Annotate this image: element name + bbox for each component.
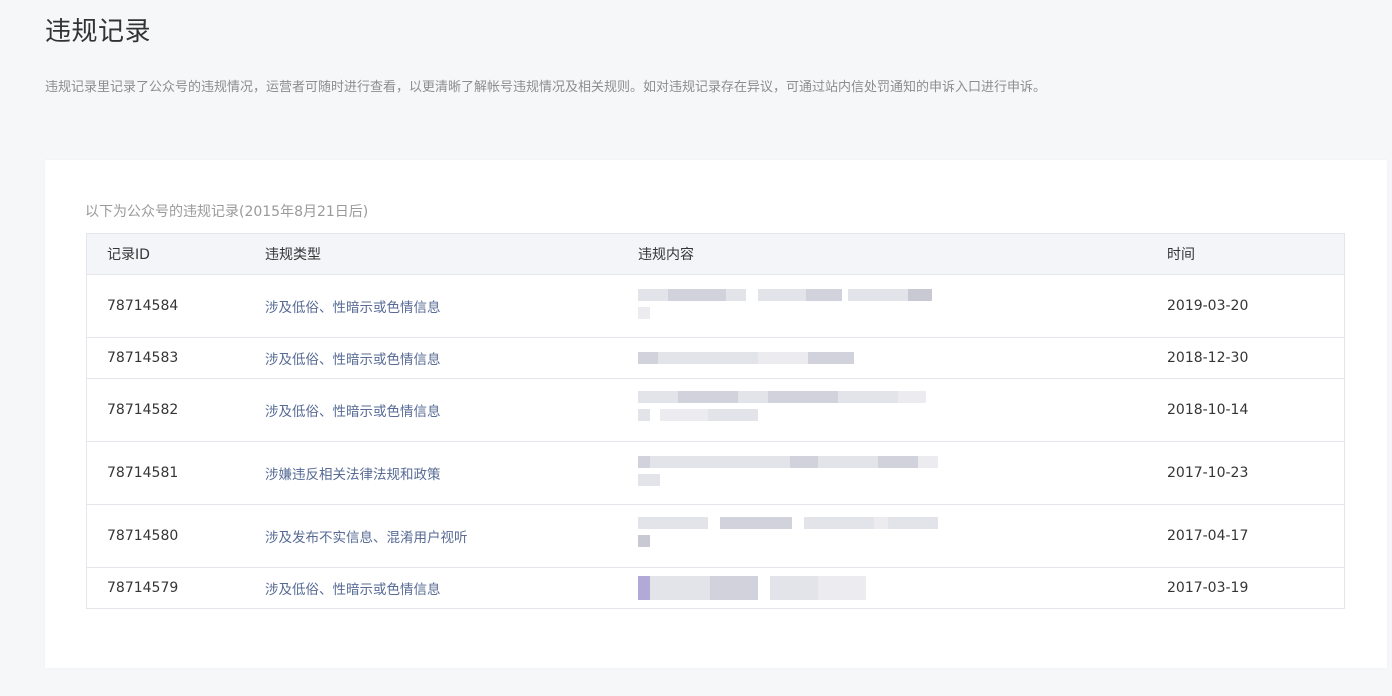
blurred-content xyxy=(638,517,938,547)
violation-time: 2017-04-17 xyxy=(1167,528,1249,544)
violation-time: 2018-10-14 xyxy=(1167,402,1249,418)
violation-type: 涉及低俗、性暗示或色情信息 xyxy=(265,404,441,420)
header-violation-content: 违规内容 xyxy=(638,247,694,263)
table-row: 78714584 涉及低俗、性暗示或色情信息 2019-03-20 xyxy=(87,275,1344,338)
header-time: 时间 xyxy=(1167,247,1195,263)
page-title: 违规记录 xyxy=(45,17,152,47)
table-row: 78714583 涉及低俗、性暗示或色情信息 2018-12-30 xyxy=(87,338,1344,379)
records-card: 以下为公众号的违规记录(2015年8月21日后) 记录ID 违规类型 违规内容 … xyxy=(45,160,1387,668)
table-row: 78714580 涉及发布不实信息、混淆用户视听 2017-04-17 xyxy=(87,505,1344,568)
violation-type: 涉嫌违反相关法律法规和政策 xyxy=(265,467,441,483)
record-id: 78714581 xyxy=(107,465,179,481)
violation-time: 2017-10-23 xyxy=(1167,465,1249,481)
record-id: 78714584 xyxy=(107,298,179,314)
table-caption: 以下为公众号的违规记录(2015年8月21日后) xyxy=(85,204,369,220)
blurred-content xyxy=(638,391,926,421)
blurred-content xyxy=(638,456,938,486)
page-description: 违规记录里记录了公众号的违规情况，运营者可随时进行查看，以更清晰了解帐号违规情况… xyxy=(45,80,1047,95)
violation-time: 2019-03-20 xyxy=(1167,298,1249,314)
table-row: 78714581 涉嫌违反相关法律法规和政策 2017-10-23 xyxy=(87,442,1344,505)
blurred-content xyxy=(638,576,866,600)
violation-type: 涉及低俗、性暗示或色情信息 xyxy=(265,582,441,598)
violation-time: 2018-12-30 xyxy=(1167,350,1249,366)
table-header: 记录ID 违规类型 违规内容 时间 xyxy=(87,234,1344,275)
violation-type: 涉及低俗、性暗示或色情信息 xyxy=(265,352,441,368)
record-id: 78714583 xyxy=(107,350,179,366)
blurred-content xyxy=(638,352,854,364)
violation-type: 涉及发布不实信息、混淆用户视听 xyxy=(265,530,468,546)
record-id: 78714582 xyxy=(107,402,179,418)
violation-table: 记录ID 违规类型 违规内容 时间 78714584 涉及低俗、性暗示或色情信息… xyxy=(86,233,1345,609)
table-row: 78714579 涉及低俗、性暗示或色情信息 2017-03-19 xyxy=(87,568,1344,608)
header-record-id: 记录ID xyxy=(107,247,150,263)
violation-time: 2017-03-19 xyxy=(1167,580,1249,596)
table-row: 78714582 涉及低俗、性暗示或色情信息 2018-10-14 xyxy=(87,379,1344,442)
record-id: 78714580 xyxy=(107,528,179,544)
header-violation-type: 违规类型 xyxy=(265,247,321,263)
violation-type: 涉及低俗、性暗示或色情信息 xyxy=(265,300,441,316)
record-id: 78714579 xyxy=(107,580,179,596)
blurred-content xyxy=(638,289,932,319)
